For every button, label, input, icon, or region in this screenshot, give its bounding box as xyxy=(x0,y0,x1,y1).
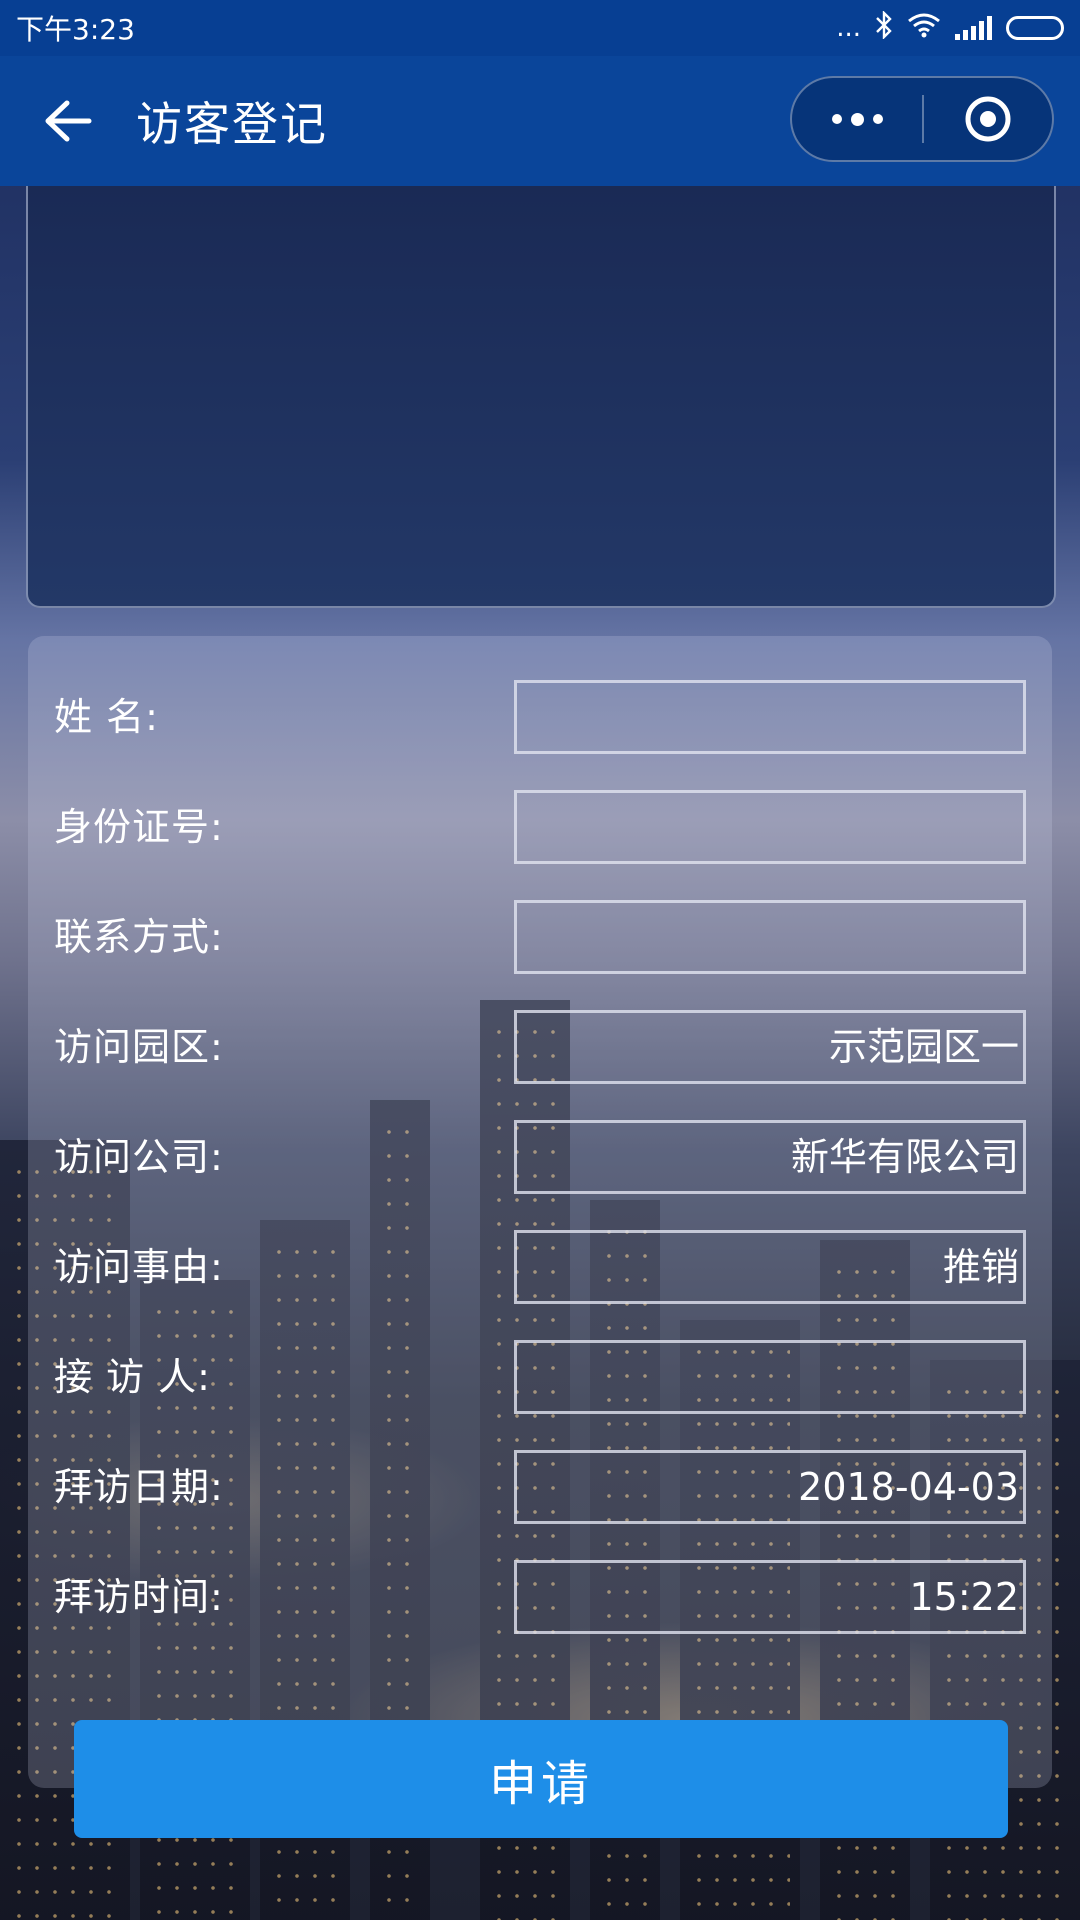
form-row-contact: 联系方式: xyxy=(28,900,1052,974)
nav-bar: 访客登记 xyxy=(0,56,1080,186)
reason-select[interactable]: 推销 xyxy=(514,1230,1026,1304)
time-picker[interactable]: 15:22 xyxy=(514,1560,1026,1634)
status-dots: ... xyxy=(836,13,861,43)
form-row-park: 访问园区: 示范园区一 xyxy=(28,1010,1052,1084)
form-row-id-number: 身份证号: xyxy=(28,790,1052,864)
field-label: 拜访日期: xyxy=(54,1465,224,1509)
battery-icon xyxy=(1006,16,1064,40)
status-icons: ... xyxy=(836,9,1064,46)
page-title: 访客登记 xyxy=(136,97,328,151)
field-label: 姓 名: xyxy=(54,695,159,739)
contact-input[interactable] xyxy=(514,900,1026,974)
name-input[interactable] xyxy=(514,680,1026,754)
submit-button[interactable]: 申请 xyxy=(74,1720,1008,1838)
form-row-host: 接 访 人: xyxy=(28,1340,1052,1414)
field-label: 访问园区: xyxy=(54,1025,224,1069)
more-dots-icon[interactable] xyxy=(792,112,922,126)
status-bar: 下午3:23 ... xyxy=(0,0,1080,56)
form-row-time: 拜访时间: 15:22 xyxy=(28,1560,1052,1634)
back-arrow-icon[interactable] xyxy=(28,81,108,161)
mini-program-capsule xyxy=(790,76,1054,162)
host-input[interactable] xyxy=(514,1340,1026,1414)
company-select[interactable]: 新华有限公司 xyxy=(514,1120,1026,1194)
record-circle-icon[interactable] xyxy=(924,94,1052,144)
bluetooth-icon xyxy=(875,9,893,46)
status-time: 下午3:23 xyxy=(16,13,135,46)
field-label: 访问公司: xyxy=(54,1135,224,1179)
id-number-input[interactable] xyxy=(514,790,1026,864)
field-label: 接 访 人: xyxy=(54,1355,211,1399)
visitor-form: 姓 名: 身份证号: 联系方式: 访问园区: 示范园区一 访问公司: 新华有限公… xyxy=(28,636,1052,1788)
date-picker[interactable]: 2018-04-03 xyxy=(514,1450,1026,1524)
field-label: 访问事由: xyxy=(54,1245,224,1289)
form-row-date: 拜访日期: 2018-04-03 xyxy=(28,1450,1052,1524)
field-label: 拜访时间: xyxy=(54,1575,224,1619)
form-row-name: 姓 名: xyxy=(28,680,1052,754)
form-row-company: 访问公司: 新华有限公司 xyxy=(28,1120,1052,1194)
park-select[interactable]: 示范园区一 xyxy=(514,1010,1026,1084)
field-label: 身份证号: xyxy=(54,805,224,849)
banner-panel xyxy=(26,186,1056,608)
signal-icon xyxy=(955,16,992,40)
wifi-icon xyxy=(907,12,941,45)
field-label: 联系方式: xyxy=(54,915,224,959)
form-row-reason: 访问事由: 推销 xyxy=(28,1230,1052,1304)
